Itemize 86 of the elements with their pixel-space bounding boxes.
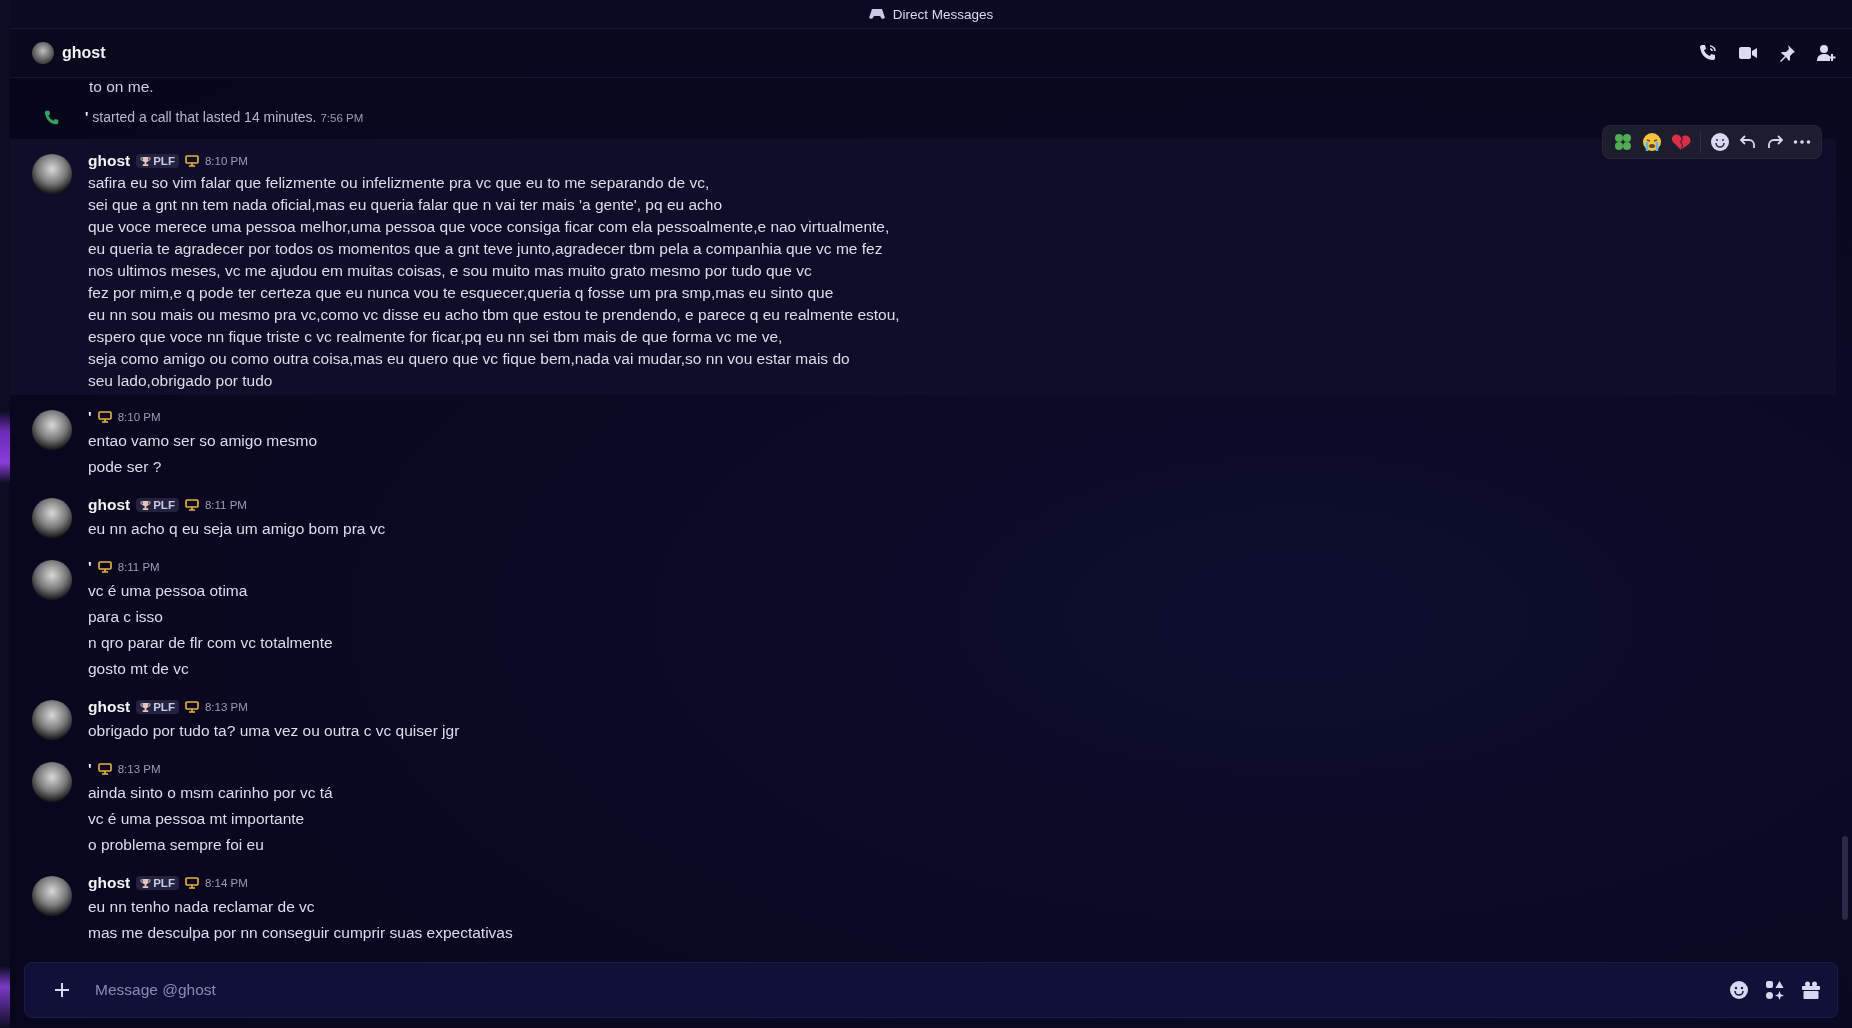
timestamp: 8:11 PM [117, 561, 160, 573]
message-text: obrigado por tudo ta? uma vez ou outra c vc quiser jgr [88, 721, 460, 741]
author-name[interactable]: ' [88, 760, 92, 778]
message-text: fez por mim,e q pode ter certeza que eu nunca vou te esquecer,queria q fosse um pra smp,mas eu sinto que [88, 283, 835, 303]
more-icon[interactable] [1793, 139, 1811, 145]
smiley-icon[interactable] [1729, 980, 1749, 1000]
message-text: safira eu so vim falar que felizmente ou infelizmente pra vc que eu to me separando de vc, [88, 173, 711, 193]
message-text: eu nn sou mais ou mesmo pra vc,como vc disse eu acho tbm que estou te prendendo, e parece q eu realmente estou, [88, 305, 900, 325]
guild-tag[interactable]: PLF [136, 498, 179, 512]
window-title: Direct Messages [892, 6, 994, 22]
author-name[interactable]: ghost [88, 874, 131, 892]
timestamp: 8:11 PM [204, 499, 247, 511]
controller-icon [868, 8, 885, 20]
message-text: pode ser ? [88, 457, 163, 477]
message-text: espero que voce nn fique triste c vc realmente for ficar,pq eu nn sei tbm mais de que forma vc me ve, [88, 327, 784, 347]
timestamp: 8:13 PM [117, 763, 161, 775]
channel-name: ghost [62, 44, 106, 62]
smiley-icon[interactable] [1710, 132, 1730, 152]
monitor-icon [184, 155, 199, 167]
avatar[interactable] [32, 498, 72, 538]
message-text: seu lado,obrigado por tudo [88, 371, 274, 391]
avatar[interactable] [32, 560, 72, 600]
message-text: mas me desculpa por nn conseguir cumprir suas expectativas [88, 923, 513, 943]
timestamp: 8:14 PM [204, 877, 248, 889]
guild-tag[interactable]: PLF [136, 700, 179, 714]
message-text: seja como amigo ou como outra coisa,mas eu quero que vc fique bem,nada vai mudar,so nn vou estar mais do [88, 349, 851, 369]
message-text: eu nn acho q eu seja um amigo bom pra vc [88, 519, 386, 539]
guild-tag[interactable]: PLF [136, 154, 179, 168]
author-name[interactable]: ' [88, 408, 92, 426]
apps-icon[interactable] [1765, 980, 1785, 1000]
message-text: vc é uma pessoa otima [88, 581, 249, 601]
trophy-icon [140, 155, 152, 167]
trophy-icon [140, 877, 152, 889]
message-text: que voce merece uma pessoa melhor,uma pessoa que voce consiga ficar com ela pessoalmente,e nao virtualmente, [88, 217, 891, 237]
message-text: ainda sinto o msm carinho por vc tá [88, 783, 333, 803]
message-text: eu nn tenho nada reclamar de vc [88, 897, 316, 917]
guild-tag[interactable]: PLF [136, 876, 179, 890]
timestamp: 8:13 PM [204, 701, 248, 713]
timestamp: 8:10 PM [117, 411, 161, 423]
plus-icon[interactable] [53, 981, 71, 999]
avatar[interactable] [32, 410, 72, 450]
author-name[interactable]: ghost [88, 152, 131, 170]
message-input[interactable]: Message @ghost [93, 980, 1729, 1000]
monitor-icon [184, 877, 199, 889]
phone-icon[interactable] [1698, 43, 1718, 63]
avatar [32, 42, 54, 64]
phone-icon [43, 109, 61, 127]
monitor-icon [97, 763, 112, 775]
message-text: eu queria te agradecer por todos os momentos que a gnt teve junto,agradecer tbm pela a companhia que vc me fez [88, 239, 884, 259]
message-text: o problema sempre foi eu [88, 835, 265, 855]
author-name[interactable]: ' [88, 558, 92, 576]
message-text: para c isso [88, 607, 164, 627]
message-text: to on me. [89, 79, 155, 95]
clover-icon[interactable] [1613, 132, 1633, 152]
pin-icon[interactable] [1778, 44, 1796, 62]
monitor-icon [184, 499, 199, 511]
avatar[interactable] [32, 700, 72, 740]
monitor-icon [97, 561, 112, 573]
gift-icon[interactable] [1801, 980, 1821, 1000]
scrollbar-thumb[interactable] [1842, 836, 1848, 920]
timestamp: 7:56 PM [320, 112, 364, 124]
author-name[interactable]: ghost [88, 496, 131, 514]
avatar[interactable] [32, 762, 72, 802]
message-text: sei que a gnt nn tem nada oficial,mas eu queria falar que n vai ter mais 'a gente', pq eu acho [88, 195, 724, 215]
message-text: gosto mt de vc [88, 659, 190, 679]
reply-icon[interactable] [1739, 133, 1757, 151]
author-name[interactable]: ' [85, 109, 89, 125]
author-name[interactable]: ghost [88, 698, 131, 716]
monitor-icon [184, 701, 199, 713]
video-camera-icon[interactable] [1738, 45, 1758, 61]
trophy-icon [140, 701, 152, 713]
message-field[interactable]: Message @ghost [24, 962, 1838, 1018]
message-text: n qro parar de flr com vc totalmente [88, 633, 333, 653]
forward-icon[interactable] [1766, 133, 1784, 151]
avatar[interactable] [32, 876, 72, 916]
avatar[interactable] [32, 154, 72, 194]
monitor-icon [97, 411, 112, 423]
call-notice: started a call that lasted 14 minutes. [92, 109, 317, 125]
crying-face-icon[interactable] [1642, 132, 1662, 152]
broken-heart-icon[interactable] [1671, 133, 1691, 151]
timestamp: 8:10 PM [204, 155, 248, 167]
message-text: nos ultimos meses, vc me ajudou em muitas coisas, e sou muito mas muito grato mesmo por tudo que vc [88, 261, 813, 281]
message-text: entao vamo ser so amigo mesmo [88, 431, 318, 451]
add-user-icon[interactable] [1816, 44, 1836, 62]
message-text: vc é uma pessoa mt importante [88, 809, 306, 829]
trophy-icon [140, 499, 152, 511]
